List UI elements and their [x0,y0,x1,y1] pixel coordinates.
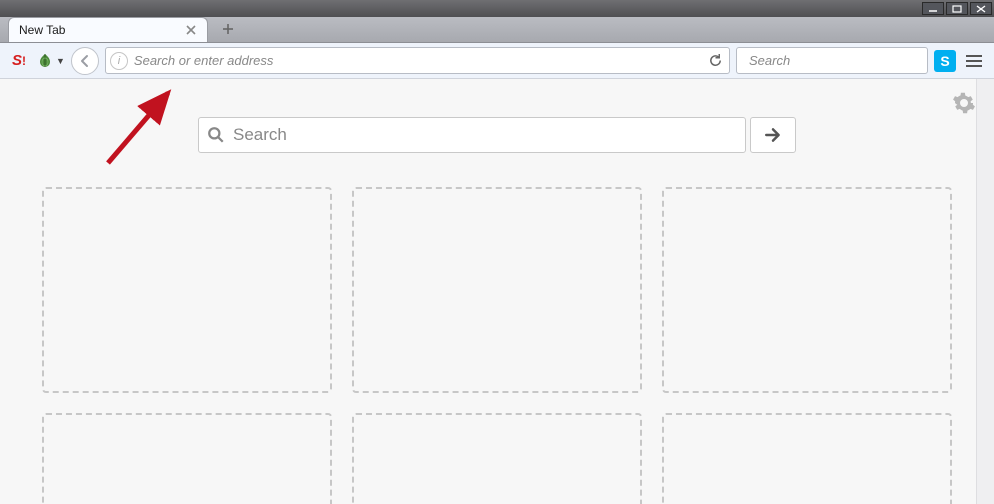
newtab-search-input[interactable] [233,125,737,145]
skype-icon: S [940,53,949,69]
vertical-scrollbar[interactable] [976,79,994,504]
menu-button[interactable] [962,49,986,73]
new-tab-button[interactable] [216,18,240,40]
minimize-button[interactable] [922,2,944,15]
back-arrow-icon [78,54,92,68]
chevron-down-icon: ▼ [56,56,65,66]
close-icon [186,25,196,35]
top-sites-grid [0,153,994,504]
back-button[interactable] [71,47,99,75]
customize-gear-button[interactable] [952,91,976,118]
site-info-icon[interactable]: i [110,52,128,70]
reload-button[interactable] [705,53,725,68]
onion-icon [36,52,54,70]
close-window-button[interactable] [970,2,992,15]
arrow-right-icon [764,126,782,144]
tab-title: New Tab [19,23,183,37]
top-site-tile[interactable] [662,413,952,504]
search-submit-button[interactable] [750,117,796,153]
extension-s-icon[interactable]: S [8,50,30,72]
top-site-tile[interactable] [662,187,952,393]
top-site-tile[interactable] [42,187,332,393]
top-site-tile[interactable] [42,413,332,504]
url-bar[interactable]: i [105,47,730,74]
newtab-search-box[interactable] [198,117,746,153]
skype-button[interactable]: S [934,50,956,72]
reload-icon [708,53,723,68]
hamburger-icon [966,55,982,57]
search-input[interactable] [749,53,927,68]
content-area [0,79,994,504]
top-site-tile[interactable] [352,413,642,504]
plus-icon [222,23,234,35]
tab-strip: New Tab [0,17,994,43]
window-titlebar [0,0,994,17]
tor-onion-button[interactable]: ▼ [36,52,65,70]
url-input[interactable] [134,53,699,68]
search-icon [207,126,225,144]
top-site-tile[interactable] [352,187,642,393]
search-bar[interactable] [736,47,928,74]
gear-icon [952,91,976,115]
tab-close-button[interactable] [183,22,199,38]
navigation-toolbar: S ▼ i S [0,43,994,79]
tab-new-tab[interactable]: New Tab [8,17,208,42]
maximize-button[interactable] [946,2,968,15]
